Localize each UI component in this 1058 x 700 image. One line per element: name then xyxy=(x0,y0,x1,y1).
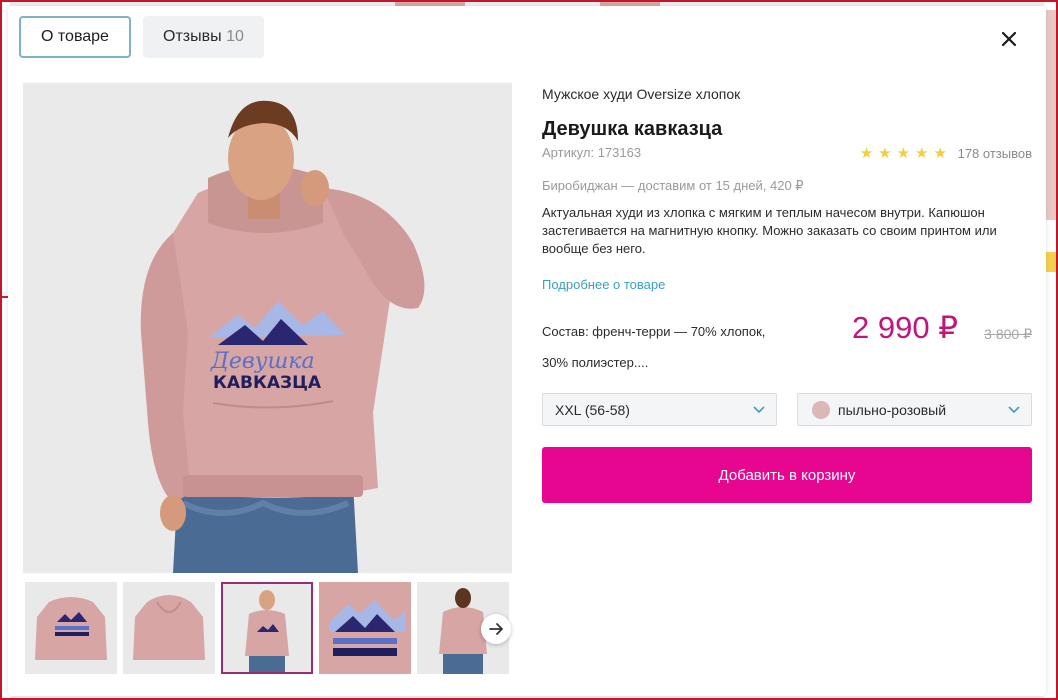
thumbnail-model-front[interactable] xyxy=(221,582,313,674)
model-front-icon xyxy=(223,584,311,672)
close-icon xyxy=(1001,31,1017,47)
delivery-info: Биробиджан — доставим от 15 дней, 420 ₽ xyxy=(542,178,804,193)
arrow-right-icon xyxy=(489,623,503,635)
composition-line: 30% полиэстер.... xyxy=(542,355,649,370)
thumbnail-back[interactable] xyxy=(123,582,215,674)
product-title: Девушка кавказца xyxy=(542,118,723,140)
product-details-link[interactable]: Подробнее о товаре xyxy=(542,277,665,292)
size-value: XXL (56-58) xyxy=(555,402,630,418)
add-to-cart-button[interactable]: Добавить в корзину xyxy=(542,447,1032,503)
chevron-down-icon xyxy=(1008,406,1020,414)
chevron-down-icon xyxy=(753,406,765,414)
old-price: 3 800 ₽ xyxy=(984,326,1032,342)
thumbnail-next-button[interactable] xyxy=(481,614,511,644)
tab-about-product[interactable]: О товаре xyxy=(19,16,131,58)
color-select[interactable]: пыльно-розовый xyxy=(797,393,1032,426)
hoodie-front-icon xyxy=(25,582,117,674)
color-swatch xyxy=(812,401,830,419)
close-button[interactable] xyxy=(998,28,1020,50)
thumbnail-print-closeup[interactable] xyxy=(319,582,411,674)
product-article: Артикул: 173163 xyxy=(542,145,642,160)
product-category: Мужское худи Oversize хлопок xyxy=(542,86,741,102)
color-value: пыльно-розовый xyxy=(838,402,947,418)
product-main-image[interactable]: Девушка КАВКАЗЦА xyxy=(23,83,512,573)
thumbnail-front[interactable] xyxy=(25,582,117,674)
background-badge xyxy=(1044,252,1058,272)
hoodie-back-icon xyxy=(123,582,215,674)
reviews-count-badge: 10 xyxy=(226,28,244,45)
print-text-line2: КАВКАЗЦА xyxy=(213,373,322,393)
model-wearing-hoodie-image: Девушка КАВКАЗЦА xyxy=(23,83,512,573)
current-price: 2 990 ₽ xyxy=(852,310,958,345)
size-select[interactable]: XXL (56-58) xyxy=(542,393,777,426)
background-product-image xyxy=(1044,10,1058,220)
tab-label: Отзывы xyxy=(163,28,222,45)
product-quick-view-modal: О товаре Отзывы 10 Девушка КАВКАЗЦА Мужс… xyxy=(8,6,1046,696)
product-description: Актуальная худи из хлопка с мягким и теп… xyxy=(542,205,997,256)
tab-reviews[interactable]: Отзывы 10 xyxy=(143,16,264,58)
product-rating[interactable]: ★★★★★ 178 отзывов xyxy=(860,144,1032,162)
tab-label: О товаре xyxy=(41,28,109,45)
reviews-link[interactable]: 178 отзывов xyxy=(958,146,1032,161)
product-composition: Состав: френч-терри — 70% хлопок, 30% по… xyxy=(542,316,822,378)
composition-line: Состав: френч-терри — 70% хлопок, xyxy=(542,324,766,339)
print-text-line1: Девушка xyxy=(210,349,315,374)
thumbnail-strip xyxy=(25,582,515,677)
star-icon: ★★★★★ xyxy=(859,145,952,162)
print-closeup-icon xyxy=(319,582,411,674)
